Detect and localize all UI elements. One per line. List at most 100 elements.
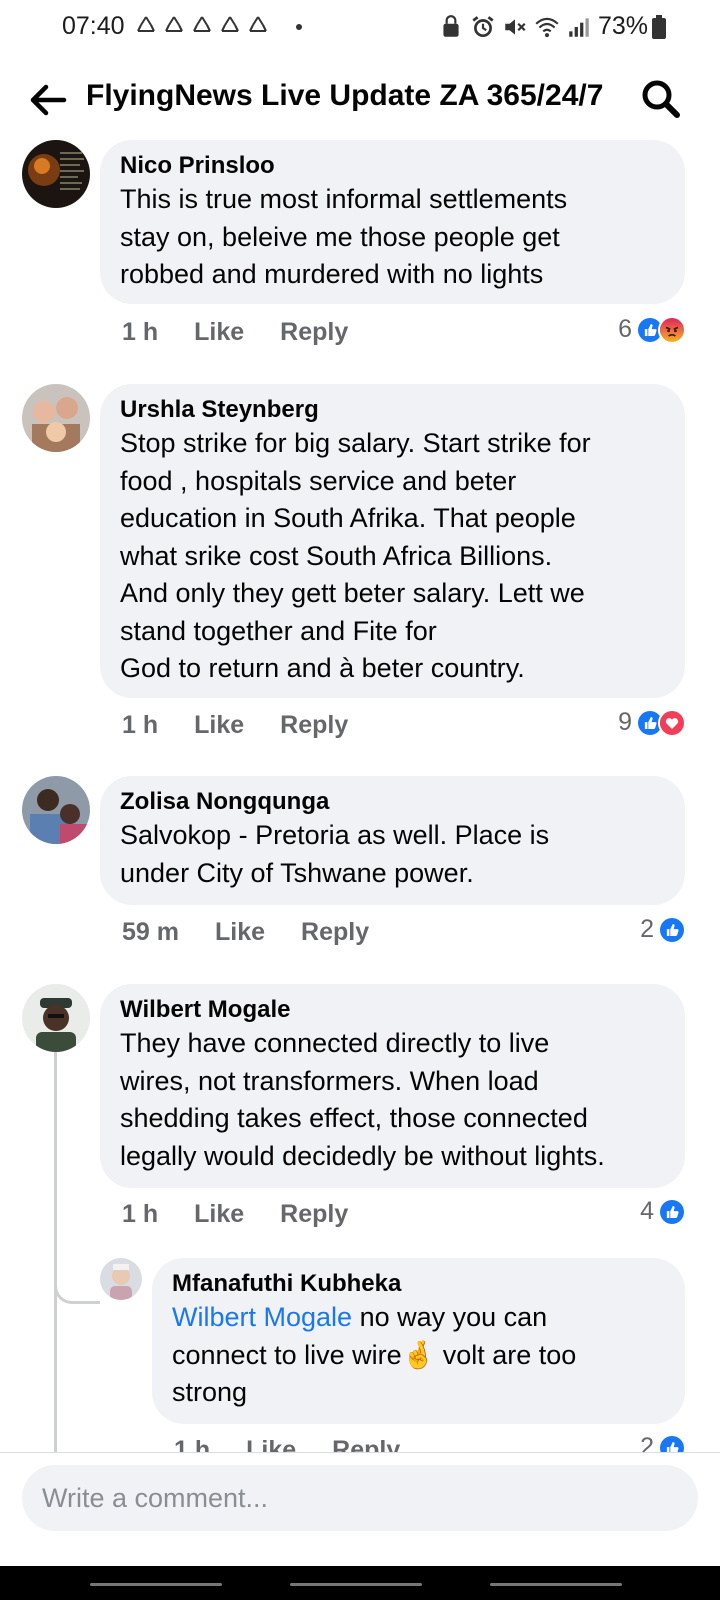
reaction-summary[interactable]: 4 xyxy=(640,1197,686,1226)
comment-bubble[interactable]: Mfanafuthi Kubheka Wilbert Mogale no way… xyxy=(152,1258,685,1424)
like-reaction-icon xyxy=(658,1197,686,1226)
comment-bubble[interactable]: Urshla Steynberg Stop strike for big sal… xyxy=(100,384,685,698)
battery-percent: 73% xyxy=(597,12,648,40)
crossed-fingers-icon: 🤞 xyxy=(401,1339,436,1370)
comment-author[interactable]: Mfanafuthi Kubheka xyxy=(172,1269,665,1299)
comment-line: Stop strike for big salary. Start strike… xyxy=(120,428,591,458)
reaction-count: 2 xyxy=(640,915,654,943)
comment-author[interactable]: Nico Prinsloo xyxy=(120,151,665,181)
comment-line: God to return and à beter country. xyxy=(120,653,525,683)
battery-icon xyxy=(652,15,666,39)
avatar[interactable] xyxy=(22,984,90,1052)
comment-input[interactable] xyxy=(22,1465,698,1531)
comment-actions: 1 h Like Reply xyxy=(122,318,384,347)
notification-icons xyxy=(134,14,270,38)
mute-icon xyxy=(505,18,526,35)
comment-line: And only they gett beter salary. Lett we xyxy=(120,578,585,608)
recycle-icon xyxy=(221,16,239,32)
comment-line: They have connected directly to live xyxy=(120,1028,550,1058)
mention-link[interactable]: Wilbert Mogale xyxy=(172,1302,352,1332)
reaction-count: 6 xyxy=(618,315,632,343)
comment-line: Wilbert Mogale no way you can xyxy=(172,1299,665,1337)
signal-icon xyxy=(569,17,589,37)
like-button[interactable]: Like xyxy=(194,711,244,740)
comment-bubble[interactable]: Zolisa Nongqunga Salvokop - Pretoria as … xyxy=(100,776,685,905)
comment-line: This is true most informal settlements xyxy=(120,184,568,214)
reply-button[interactable]: Reply xyxy=(301,918,369,947)
comment-author[interactable]: Zolisa Nongqunga xyxy=(120,787,665,817)
reaction-count: 4 xyxy=(640,1197,654,1225)
avatar[interactable] xyxy=(22,776,90,844)
comment-line: shedding takes effect, those connected xyxy=(120,1103,588,1133)
comment-author[interactable]: Urshla Steynberg xyxy=(120,395,665,425)
comment-text-fragment: volt are too xyxy=(435,1339,577,1370)
page-header: FlyingNews Live Update ZA 365/24/7 xyxy=(0,66,720,132)
nav-home-handle[interactable] xyxy=(290,1583,422,1586)
alarm-icon xyxy=(472,15,494,37)
status-time: 07:40 xyxy=(62,12,125,40)
comment-composer xyxy=(0,1453,720,1566)
reaction-summary[interactable]: 2 xyxy=(640,915,686,944)
reply-button[interactable]: Reply xyxy=(280,318,348,347)
comment-actions: 59 m Like Reply xyxy=(122,918,405,947)
avatar[interactable] xyxy=(22,140,90,208)
comment-bubble[interactable]: Wilbert Mogale They have connected direc… xyxy=(100,984,685,1188)
comment-line: under City of Tshwane power. xyxy=(120,857,474,888)
thread-connector xyxy=(54,1052,57,1452)
nav-recents-handle[interactable] xyxy=(90,1583,222,1586)
comment-time[interactable]: 1 h xyxy=(122,711,158,740)
comment-line: what srike cost South Africa Billions. xyxy=(120,540,553,571)
comment-text: They have connected directly to live wir… xyxy=(120,1025,665,1175)
comment-time[interactable]: 59 m xyxy=(122,918,179,947)
comment-text: Wilbert Mogale no way you can connect to… xyxy=(172,1299,665,1412)
comment-time[interactable]: 1 h xyxy=(122,318,158,347)
dot-icon xyxy=(296,24,302,30)
comment-actions: 1 h Like Reply xyxy=(122,1200,384,1229)
reply-button[interactable]: Reply xyxy=(280,711,348,740)
recycle-icon xyxy=(193,16,211,32)
reply-button[interactable]: Reply xyxy=(280,1200,348,1229)
comment-bubble[interactable]: Nico Prinsloo This is true most informal… xyxy=(100,140,685,304)
comment-line: stay on, beleive me those people get xyxy=(120,221,560,252)
alarm-lock-icon xyxy=(443,14,459,37)
comment-line: wires, not transformers. When load xyxy=(120,1065,539,1096)
comment-time[interactable]: 1 h xyxy=(122,1200,158,1229)
comment-text-fragment: connect to live wire xyxy=(172,1339,402,1370)
comment-text-fragment: no way you can xyxy=(352,1302,548,1332)
recycle-icon xyxy=(165,16,183,32)
comment-line: food , hospitals service and beter xyxy=(120,465,517,496)
comment-author[interactable]: Wilbert Mogale xyxy=(120,995,665,1025)
comment-line: education in South Afrika. That people xyxy=(120,503,576,533)
comment-text: Stop strike for big salary. Start strike… xyxy=(120,425,665,688)
comment-line: connect to live wire🤞 volt are too xyxy=(172,1337,665,1375)
comment-line: stand together and Fite for xyxy=(120,615,437,646)
like-button[interactable]: Like xyxy=(194,318,244,347)
angry-reaction-icon xyxy=(658,315,686,344)
avatar[interactable] xyxy=(100,1258,142,1300)
wifi-icon xyxy=(535,17,559,37)
like-button[interactable]: Like xyxy=(215,918,265,947)
arrow-left-icon[interactable] xyxy=(26,78,70,122)
comment-line: legally would decidedly be without light… xyxy=(120,1140,605,1171)
like-reaction-icon xyxy=(658,915,686,944)
system-nav-bar xyxy=(0,1566,720,1600)
comment-text: This is true most informal settlements s… xyxy=(120,181,665,294)
thread-elbow xyxy=(54,1258,100,1304)
page-title: FlyingNews Live Update ZA 365/24/7 xyxy=(86,79,604,112)
search-icon[interactable] xyxy=(638,76,684,122)
nav-back-handle[interactable] xyxy=(490,1583,622,1586)
comment-text: Salvokop - Pretoria as well. Place is un… xyxy=(120,817,665,892)
recycle-icon xyxy=(137,16,155,32)
comment-line: Salvokop - Pretoria as well. Place is xyxy=(120,820,550,850)
comment-line: robbed and murdered with no lights xyxy=(120,259,544,289)
status-bar: 07:40 73% xyxy=(0,0,720,56)
system-icons: 73% xyxy=(438,12,648,41)
avatar[interactable] xyxy=(22,384,90,452)
comment-line: strong xyxy=(172,1377,248,1407)
reaction-count: 9 xyxy=(618,708,632,736)
love-reaction-icon xyxy=(658,708,686,737)
reaction-summary[interactable]: 9 xyxy=(618,708,686,737)
reaction-summary[interactable]: 6 xyxy=(618,315,686,344)
recycle-icon xyxy=(249,16,267,32)
like-button[interactable]: Like xyxy=(194,1200,244,1229)
